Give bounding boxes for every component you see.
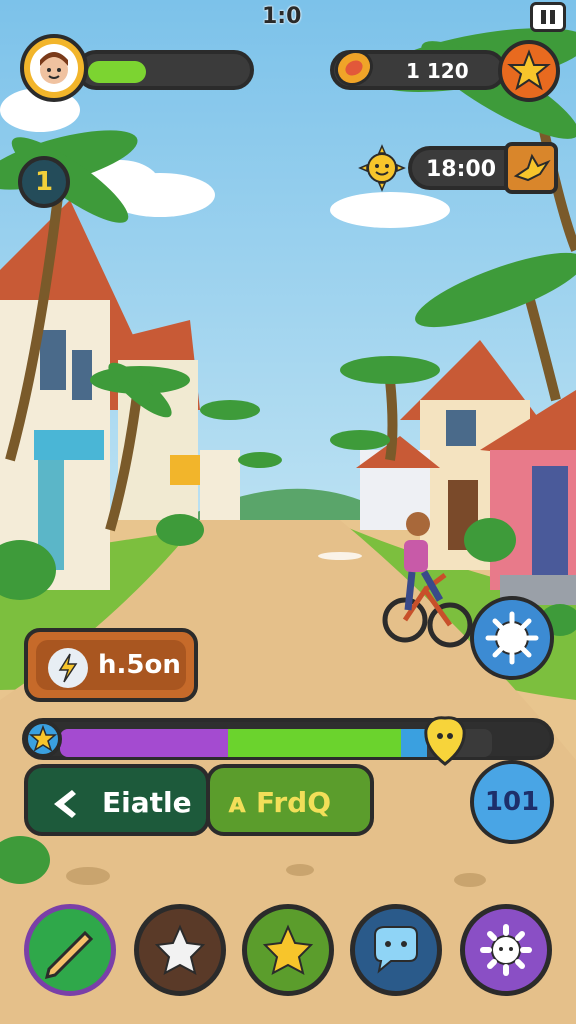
create-label: Eiatle bbox=[102, 786, 192, 819]
counter-button[interactable]: 101 bbox=[470, 760, 554, 844]
health-bar-fill bbox=[88, 61, 146, 83]
timer-text: 18:00 bbox=[426, 157, 497, 182]
pause-icon-bar bbox=[550, 10, 555, 24]
dock-star-outline-button[interactable] bbox=[134, 904, 226, 996]
germ-icon bbox=[485, 611, 539, 665]
bird-icon bbox=[513, 153, 551, 182]
pause-button[interactable] bbox=[530, 2, 566, 32]
dock-gear-button[interactable] bbox=[460, 904, 552, 996]
timer-display: 18:00 bbox=[408, 146, 518, 190]
lightning-icon bbox=[48, 648, 88, 688]
back-arrow-icon bbox=[54, 790, 76, 818]
xp-segment-green bbox=[228, 729, 402, 757]
power-label: h.5on bbox=[98, 650, 181, 680]
xp-segment-purple bbox=[60, 729, 229, 757]
xp-star-icon bbox=[24, 720, 62, 758]
dock-pencil-button[interactable] bbox=[24, 904, 116, 996]
level-number: 1 bbox=[34, 167, 54, 197]
star-icon bbox=[262, 924, 314, 975]
dock-star-button[interactable] bbox=[242, 904, 334, 996]
map-button[interactable] bbox=[504, 142, 558, 194]
health-bar bbox=[76, 50, 254, 90]
dock-chat-button[interactable] bbox=[350, 904, 442, 996]
power-button[interactable]: h.5on bbox=[24, 628, 198, 702]
star-icon bbox=[507, 49, 551, 91]
coin-count-text: 1 120 bbox=[406, 59, 469, 83]
create-button[interactable]: Eiatle bbox=[24, 764, 210, 836]
coin-icon bbox=[330, 44, 378, 92]
chat-icon bbox=[374, 926, 418, 974]
xp-marker-icon bbox=[420, 712, 470, 768]
germ-button[interactable] bbox=[470, 596, 554, 680]
counter-label: 101 bbox=[484, 787, 540, 817]
star-button[interactable] bbox=[498, 40, 560, 102]
pause-icon-bar bbox=[541, 10, 546, 24]
xp-bar bbox=[22, 718, 554, 760]
star-outline-icon bbox=[154, 924, 206, 975]
player-avatar[interactable] bbox=[20, 34, 88, 102]
gear-icon bbox=[480, 924, 532, 976]
avatar-face-icon bbox=[30, 44, 78, 92]
clock-display: 1:0 bbox=[262, 4, 302, 29]
find-button[interactable]: ᴀ FrdQ bbox=[206, 764, 374, 836]
level-badge: 1 bbox=[18, 156, 70, 208]
sun-icon bbox=[358, 144, 406, 192]
find-label: ᴀ FrdQ bbox=[228, 786, 331, 819]
pencil-icon bbox=[44, 930, 94, 980]
